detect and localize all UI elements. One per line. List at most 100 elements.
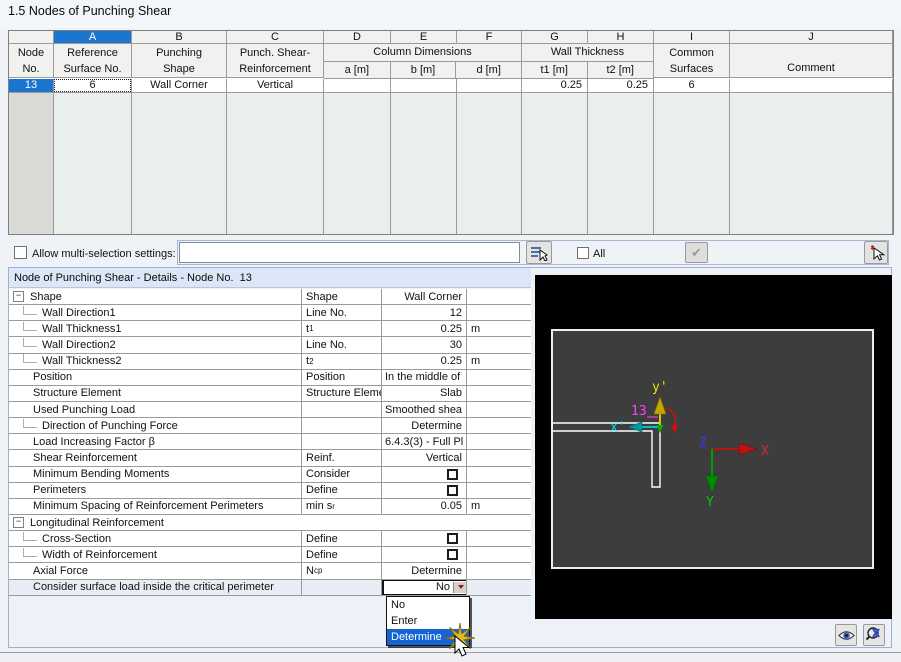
details-checkbox[interactable] <box>447 484 458 496</box>
details-row-value[interactable] <box>382 466 467 482</box>
row-header-node-13[interactable]: 13 <box>9 79 54 93</box>
all-checkbox[interactable] <box>577 247 589 259</box>
column-letter-i[interactable]: I <box>654 31 730 44</box>
header-d-m[interactable]: d [m] <box>456 62 521 78</box>
cell-d[interactable] <box>457 79 522 93</box>
header-t2-m[interactable]: t2 [m] <box>588 62 654 78</box>
column-letter-j[interactable]: J <box>730 31 893 44</box>
details-row-unit <box>467 563 531 578</box>
details-row-label[interactable]: Position <box>9 369 302 385</box>
table-corner-cell[interactable] <box>9 31 54 44</box>
multi-selection-checkbox[interactable] <box>14 246 27 259</box>
details-checkbox[interactable] <box>447 468 458 480</box>
details-row-value[interactable]: 12 <box>382 305 467 321</box>
details-row-value[interactable]: In the middle of <box>382 369 467 385</box>
cell-punching-shape[interactable]: Wall Corner <box>132 79 227 93</box>
header-node-no[interactable]: Node No. <box>9 44 54 78</box>
column-letter-a[interactable]: A <box>54 31 132 44</box>
collapse-icon[interactable]: − <box>13 291 24 303</box>
details-row-label[interactable]: Width of Reinforcement <box>9 547 302 563</box>
cell-comment[interactable] <box>730 79 893 93</box>
details-checkbox[interactable] <box>447 533 458 545</box>
header-reference-surface[interactable]: Reference Surface No. <box>54 44 132 78</box>
details-row-label[interactable]: Cross-Section <box>9 531 302 547</box>
header-t1-m[interactable]: t1 [m] <box>522 62 588 78</box>
details-row-label[interactable]: Minimum Spacing of Reinforcement Perimet… <box>9 498 302 514</box>
details-row-value[interactable] <box>382 482 467 498</box>
header-common-surfaces[interactable]: Common Surfaces <box>654 44 730 78</box>
details-row-value[interactable]: Vertical <box>382 450 467 466</box>
details-row-value[interactable] <box>382 531 467 547</box>
cell-t1[interactable]: 0.25 <box>522 79 588 93</box>
cell-common-surfaces[interactable]: 6 <box>654 79 730 93</box>
details-row-value[interactable]: 0.25 <box>382 353 467 369</box>
header-punching-shape[interactable]: Punching Shape <box>132 44 227 78</box>
details-row-value[interactable]: 6.4.3(3) - Full Pl <box>382 434 467 450</box>
details-row-value[interactable] <box>382 547 467 563</box>
details-row-label[interactable]: Used Punching Load <box>9 401 302 418</box>
collapse-icon[interactable]: − <box>13 517 24 529</box>
column-letter-b[interactable]: B <box>132 31 227 44</box>
apply-button[interactable]: ✔ <box>685 242 708 263</box>
details-row-value[interactable]: 0.25 <box>382 321 467 337</box>
wall-corner-drawing: y' x' 13 X Y Z <box>551 329 874 569</box>
details-row-unit <box>467 402 531 417</box>
dropdown-option-no[interactable]: No <box>387 597 469 613</box>
details-row-label[interactable]: Wall Thickness2 <box>9 353 302 369</box>
apply-to-list-button[interactable] <box>526 241 552 264</box>
column-letter-h[interactable]: H <box>588 31 654 44</box>
details-row-value[interactable]: 0.05 <box>382 498 467 514</box>
details-row-label[interactable]: Consider surface load inside the critica… <box>9 579 302 595</box>
details-row-label[interactable]: Load Increasing Factor β <box>9 434 302 450</box>
column-letter-g[interactable]: G <box>522 31 588 44</box>
combo-dropdown-list: No Enter Determine <box>386 596 470 646</box>
details-row: Consider surface load inside the critica… <box>9 579 531 596</box>
cell-reference-surface[interactable]: 6 <box>54 79 132 93</box>
details-row-label[interactable]: Direction of Punching Force <box>9 418 302 434</box>
column-letter-c[interactable]: C <box>227 31 324 44</box>
cancel-zoom-button[interactable] <box>863 624 885 646</box>
details-row-value[interactable]: Smoothed shea <box>382 401 467 418</box>
multi-selection-input[interactable] <box>179 242 520 263</box>
details-row-unit <box>467 579 531 595</box>
column-letter-f[interactable]: F <box>457 31 522 44</box>
column-letter-e[interactable]: E <box>391 31 457 44</box>
header-comment[interactable]: Comment <box>730 44 893 78</box>
details-row-label[interactable]: − Longitudinal Reinforcement <box>9 515 531 530</box>
cell-t2[interactable]: 0.25 <box>588 79 654 93</box>
details-row-value[interactable]: Determine <box>382 418 467 434</box>
chevron-down-icon[interactable] <box>453 581 466 593</box>
details-row-label[interactable]: Wall Direction1 <box>9 305 302 321</box>
header-group-column-dimensions[interactable]: Column Dimensions a [m] b [m] d [m] <box>324 44 522 79</box>
details-row-label[interactable]: Wall Thickness1 <box>9 321 302 337</box>
details-row-value[interactable]: Slab <box>382 385 467 401</box>
details-checkbox[interactable] <box>447 549 458 561</box>
dropdown-option-determine[interactable]: Determine <box>387 629 469 645</box>
cell-reinforcement[interactable]: Vertical <box>227 79 324 93</box>
cell-a[interactable] <box>324 79 391 93</box>
details-row-value[interactable]: Determine <box>382 563 467 579</box>
dropdown-option-enter[interactable]: Enter <box>387 613 469 629</box>
details-row-label[interactable]: Structure Element <box>9 385 302 401</box>
cell-b[interactable] <box>391 79 457 93</box>
details-row-unit <box>467 450 531 465</box>
details-row-label[interactable]: − Shape <box>9 289 302 305</box>
details-row-value[interactable]: 30 <box>382 337 467 353</box>
details-row-value[interactable]: No <box>382 579 467 595</box>
surface-load-combobox[interactable]: No <box>382 579 466 595</box>
header-a-m[interactable]: a [m] <box>324 62 391 78</box>
details-row-label[interactable]: Shear Reinforcement <box>9 450 302 466</box>
column-letter-d[interactable]: D <box>324 31 391 44</box>
visibility-button[interactable] <box>835 624 857 646</box>
header-shear-reinforcement[interactable]: Punch. Shear- Reinforcement <box>227 44 324 78</box>
details-row-label[interactable]: Axial Force <box>9 563 302 579</box>
details-row-label[interactable]: Perimeters <box>9 482 302 498</box>
header-b-m[interactable]: b [m] <box>391 62 457 78</box>
details-row-label[interactable]: Wall Direction2 <box>9 337 302 353</box>
details-row-label[interactable]: Minimum Bending Moments <box>9 466 302 482</box>
column-letter-row: A B C D E F G H I J <box>9 31 893 44</box>
select-special-button[interactable] <box>864 241 888 264</box>
header-group-wall-thickness[interactable]: Wall Thickness t1 [m] t2 [m] <box>522 44 654 79</box>
details-row-value[interactable]: Wall Corner <box>382 289 467 305</box>
graphics-viewport[interactable]: y' x' 13 X Y Z <box>535 275 892 619</box>
